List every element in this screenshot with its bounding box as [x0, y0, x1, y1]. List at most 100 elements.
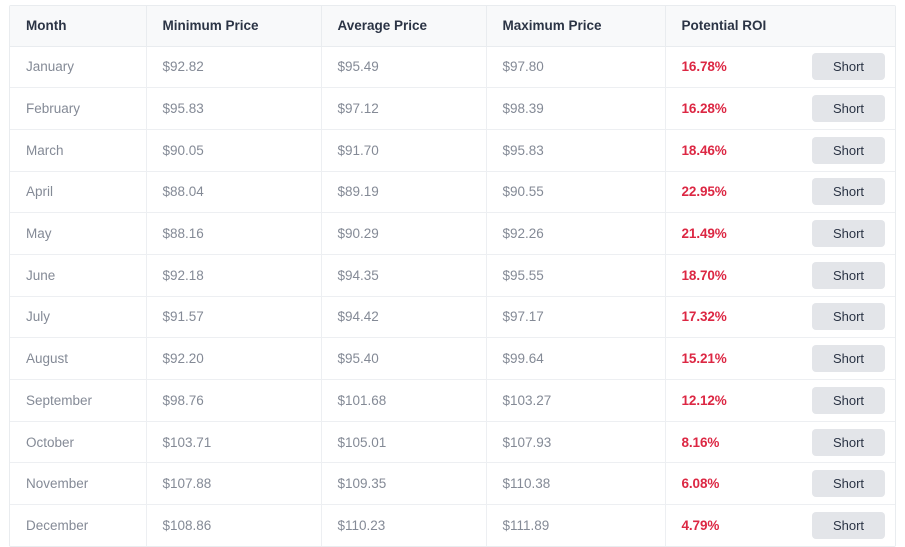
table-row: September $98.76 $101.68 $103.27 12.12% Short: [10, 379, 896, 422]
short-button[interactable]: Short: [812, 512, 885, 540]
table-row: July $91.57 $94.42 $97.17 17.32% Short: [10, 296, 895, 339]
cell-minimum-price: $98.76: [146, 379, 322, 422]
short-button[interactable]: Short: [812, 95, 885, 123]
table-row: December $108.86 $110.23 $111.89 4.79% Short: [10, 504, 896, 547]
cell-maximum-price: $98.39: [486, 87, 666, 130]
cell-month: December: [10, 504, 147, 547]
roi-cell-inner: 21.49% Short: [666, 213, 896, 254]
short-button[interactable]: Short: [812, 136, 885, 164]
roi-value: 18.70%: [681, 267, 727, 283]
table-row: October $103.71 $105.01 $107.93 8.16% Short: [10, 421, 896, 464]
roi-value: 6.08%: [681, 476, 720, 492]
roi-value: 21.49%: [681, 226, 727, 242]
cell-maximum-price: $103.27: [486, 379, 666, 422]
table-row: February $95.83 $97.12 $98.39 16.28% Short: [10, 87, 896, 130]
cell-maximum-price: $92.26: [486, 212, 666, 255]
cell-month: May: [10, 212, 147, 255]
cell-potential-roi: 4.79% Short: [665, 504, 896, 547]
roi-value: 16.28%: [681, 101, 727, 117]
roi-cell-inner: 18.70% Short: [666, 255, 896, 296]
cell-minimum-price: $92.82: [146, 46, 322, 89]
cell-month: August: [10, 337, 147, 380]
roi-cell-inner: 4.79% Short: [666, 505, 896, 546]
column-header-month: Month: [10, 6, 147, 47]
roi-value: 22.95%: [681, 184, 727, 200]
cell-average-price: $91.70: [321, 129, 487, 172]
cell-potential-roi: 21.49% Short: [665, 212, 896, 255]
short-button[interactable]: Short: [812, 178, 885, 206]
cell-potential-roi: 12.12% Short: [665, 379, 896, 422]
cell-minimum-price: $95.83: [146, 87, 322, 130]
roi-cell-inner: 6.08% Short: [666, 463, 896, 504]
table-header-row: Month Minimum Price Average Price Maximu…: [10, 6, 895, 47]
cell-maximum-price: $97.80: [486, 46, 666, 89]
cell-potential-roi: 18.70% Short: [665, 254, 896, 297]
cell-maximum-price: $90.55: [486, 171, 666, 214]
roi-value: 16.78%: [681, 59, 727, 75]
table-row: January $92.82 $95.49 $97.80 16.78% Short: [10, 46, 896, 89]
table-row: March $90.05 $91.70 $95.83 18.46% Short: [10, 129, 895, 172]
column-header-maximum-price: Maximum Price: [486, 6, 666, 47]
cell-month: November: [10, 462, 147, 506]
cell-month: October: [10, 421, 147, 464]
cell-average-price: $109.35: [321, 462, 487, 506]
table-header: Month Minimum Price Average Price Maximu…: [10, 6, 895, 47]
cell-maximum-price: $95.55: [486, 254, 666, 297]
cell-average-price: $105.01: [321, 421, 487, 464]
cell-maximum-price: $107.93: [486, 421, 666, 464]
roi-cell-inner: 16.78% Short: [666, 47, 896, 88]
cell-average-price: $94.35: [321, 254, 487, 297]
cell-average-price: $95.40: [321, 337, 487, 380]
cell-month: February: [10, 87, 147, 130]
cell-month: September: [10, 379, 147, 422]
price-table-container: Month Minimum Price Average Price Maximu…: [9, 5, 896, 547]
cell-potential-roi: 6.08% Short: [665, 462, 896, 506]
short-button[interactable]: Short: [812, 345, 885, 373]
cell-average-price: $110.23: [321, 504, 487, 547]
table-row: April $88.04 $89.19 $90.55 22.95% Short: [10, 171, 896, 214]
roi-value: 17.32%: [681, 309, 727, 325]
short-button[interactable]: Short: [812, 428, 885, 456]
cell-maximum-price: $99.64: [486, 337, 666, 380]
short-button[interactable]: Short: [812, 303, 885, 331]
cell-average-price: $101.68: [321, 379, 487, 422]
short-button[interactable]: Short: [812, 261, 885, 289]
short-button[interactable]: Short: [812, 220, 885, 248]
cell-minimum-price: $107.88: [146, 462, 322, 506]
cell-potential-roi: 16.78% Short: [665, 46, 896, 89]
cell-potential-roi: 17.32% Short: [665, 296, 895, 339]
cell-average-price: $94.42: [321, 296, 487, 339]
short-button[interactable]: Short: [812, 386, 885, 414]
cell-minimum-price: $88.16: [146, 212, 322, 255]
cell-minimum-price: $92.20: [146, 337, 322, 380]
cell-month: April: [10, 171, 147, 214]
roi-cell-inner: 15.21% Short: [666, 338, 896, 379]
roi-value: 8.16%: [681, 434, 720, 450]
cell-average-price: $90.29: [321, 212, 487, 255]
short-button[interactable]: Short: [812, 53, 885, 81]
cell-potential-roi: 8.16% Short: [665, 421, 896, 464]
table-body: January $92.82 $95.49 $97.80 16.78% Short Febr…: [10, 46, 896, 547]
column-header-average-price: Average Price: [321, 6, 487, 47]
cell-month: January: [10, 46, 147, 89]
roi-cell-inner: 8.16% Short: [666, 422, 896, 463]
cell-average-price: $97.12: [321, 87, 487, 130]
short-button[interactable]: Short: [812, 470, 885, 498]
table-row: June $92.18 $94.35 $95.55 18.70% Short: [10, 254, 896, 297]
cell-maximum-price: $110.38: [486, 462, 666, 506]
roi-cell-inner: 12.12% Short: [666, 380, 896, 421]
cell-month: June: [10, 254, 147, 297]
roi-cell-inner: 22.95% Short: [666, 172, 896, 213]
cell-minimum-price: $108.86: [146, 504, 322, 547]
cell-month: July: [10, 296, 147, 339]
cell-maximum-price: $97.17: [486, 296, 666, 339]
roi-cell-inner: 16.28% Short: [666, 88, 896, 129]
cell-average-price: $89.19: [321, 171, 487, 214]
cell-maximum-price: $111.89: [486, 504, 666, 547]
cell-potential-roi: 22.95% Short: [665, 171, 896, 214]
table-row: May $88.16 $90.29 $92.26 21.49% Short: [10, 212, 896, 255]
cell-minimum-price: $90.05: [146, 129, 322, 172]
monthly-price-roi-table: Month Minimum Price Average Price Maximu…: [10, 6, 896, 547]
cell-maximum-price: $95.83: [486, 129, 666, 172]
cell-potential-roi: 18.46% Short: [665, 129, 895, 172]
